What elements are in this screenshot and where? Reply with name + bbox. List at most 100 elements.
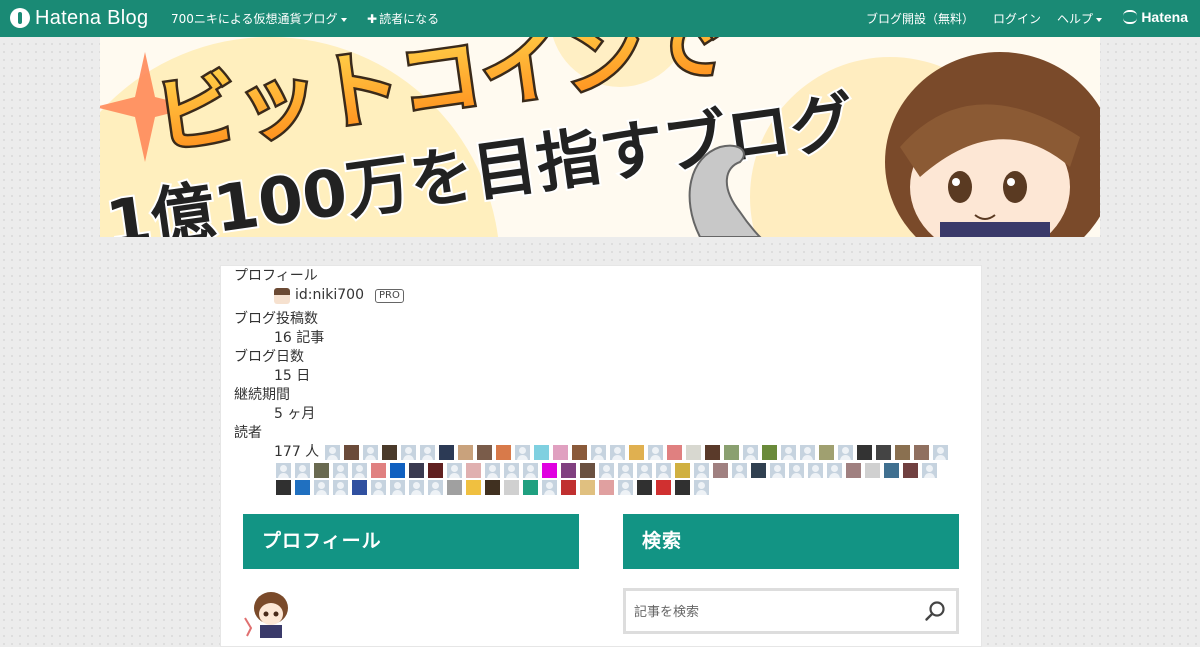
reader-avatar[interactable] [808, 462, 823, 478]
reader-avatar[interactable] [515, 444, 531, 460]
reader-avatar[interactable] [428, 479, 443, 495]
reader-avatar[interactable] [561, 479, 576, 495]
reader-avatar[interactable] [781, 444, 797, 460]
reader-avatar[interactable] [542, 479, 557, 495]
reader-avatar[interactable] [846, 462, 861, 478]
reader-avatar[interactable] [884, 462, 899, 478]
reader-avatar[interactable] [667, 444, 683, 460]
reader-avatar[interactable] [496, 444, 512, 460]
reader-avatar[interactable] [561, 462, 576, 478]
blog-header-banner[interactable]: ビットコインで 1億100万を目指すブログ [100, 37, 1100, 237]
reader-avatar[interactable] [857, 444, 873, 460]
reader-avatar[interactable] [447, 462, 462, 478]
reader-avatar[interactable] [580, 479, 595, 495]
reader-avatar[interactable] [819, 444, 835, 460]
reader-avatar[interactable] [534, 444, 550, 460]
reader-avatar[interactable] [789, 462, 804, 478]
reader-avatar[interactable] [599, 462, 614, 478]
reader-avatar[interactable] [485, 462, 500, 478]
reader-avatar[interactable] [724, 444, 740, 460]
reader-avatar[interactable] [371, 462, 386, 478]
reader-avatar[interactable] [713, 462, 728, 478]
reader-avatar[interactable] [542, 462, 557, 478]
reader-avatar[interactable] [580, 462, 595, 478]
reader-avatar[interactable] [428, 462, 443, 478]
reader-avatar[interactable] [914, 444, 930, 460]
reader-avatar[interactable] [800, 444, 816, 460]
reader-avatar[interactable] [922, 462, 937, 478]
reader-avatar[interactable] [618, 462, 633, 478]
reader-avatar[interactable] [629, 444, 645, 460]
login-link[interactable]: ログイン [993, 10, 1041, 27]
reader-avatar[interactable] [390, 462, 405, 478]
reader-avatar[interactable] [276, 479, 291, 495]
reader-avatar[interactable] [352, 462, 367, 478]
reader-avatar[interactable] [553, 444, 569, 460]
reader-avatar[interactable] [409, 462, 424, 478]
search-input[interactable] [632, 591, 916, 633]
reader-avatar[interactable] [504, 462, 519, 478]
reader-avatar[interactable] [420, 444, 436, 460]
blog-menu-dropdown[interactable]: 700ニキによる仮想通貨ブログ [171, 10, 347, 27]
reader-avatar[interactable] [390, 479, 405, 495]
reader-avatar[interactable] [314, 462, 329, 478]
reader-avatar[interactable] [686, 444, 702, 460]
user-avatar[interactable] [274, 287, 290, 304]
subscribe-button[interactable]: ✚ 読者になる [367, 10, 439, 27]
reader-avatar[interactable] [762, 444, 778, 460]
reader-avatar[interactable] [637, 479, 652, 495]
reader-avatar[interactable] [401, 444, 417, 460]
reader-avatar[interactable] [295, 479, 310, 495]
reader-avatar[interactable] [751, 462, 766, 478]
reader-avatar[interactable] [732, 462, 747, 478]
reader-avatar[interactable] [363, 444, 379, 460]
reader-avatar[interactable] [485, 479, 500, 495]
reader-avatar[interactable] [409, 479, 424, 495]
reader-avatar[interactable] [838, 444, 854, 460]
reader-avatar[interactable] [656, 479, 671, 495]
reader-avatar[interactable] [895, 444, 911, 460]
help-menu[interactable]: ヘルプ [1057, 10, 1103, 27]
reader-avatar[interactable] [447, 479, 462, 495]
reader-avatar[interactable] [466, 479, 481, 495]
reader-avatar[interactable] [618, 479, 633, 495]
reader-avatar[interactable] [352, 479, 367, 495]
search-icon[interactable] [924, 600, 946, 622]
reader-avatar[interactable] [333, 462, 348, 478]
reader-avatar[interactable] [572, 444, 588, 460]
reader-avatar[interactable] [276, 462, 291, 478]
reader-avatar[interactable] [648, 444, 664, 460]
reader-avatar[interactable] [504, 479, 519, 495]
reader-avatar[interactable] [325, 444, 341, 460]
start-blog-link[interactable]: ブログ開設（無料） [866, 10, 974, 27]
reader-avatar[interactable] [743, 444, 759, 460]
reader-avatar[interactable] [705, 444, 721, 460]
reader-avatar[interactable] [295, 462, 310, 478]
reader-avatar[interactable] [591, 444, 607, 460]
reader-avatar[interactable] [333, 479, 348, 495]
reader-avatar[interactable] [523, 479, 538, 495]
reader-avatar[interactable] [675, 462, 690, 478]
hatena-blog-logo[interactable]: Hatena Blog [10, 6, 148, 30]
reader-avatar[interactable] [770, 462, 785, 478]
user-id-link[interactable]: id:niki700 [295, 286, 364, 305]
reader-avatar[interactable] [466, 462, 481, 478]
reader-avatar[interactable] [458, 444, 474, 460]
reader-avatar[interactable] [694, 479, 709, 495]
reader-avatar[interactable] [694, 462, 709, 478]
reader-avatar[interactable] [344, 444, 360, 460]
reader-avatar[interactable] [656, 462, 671, 478]
reader-avatar[interactable] [382, 444, 398, 460]
reader-avatar[interactable] [675, 479, 690, 495]
reader-avatar[interactable] [371, 479, 386, 495]
reader-avatar[interactable] [439, 444, 455, 460]
reader-avatar[interactable] [903, 462, 918, 478]
reader-avatar[interactable] [523, 462, 538, 478]
reader-avatar[interactable] [827, 462, 842, 478]
profile-icon-image[interactable] [243, 588, 293, 638]
reader-avatar[interactable] [477, 444, 493, 460]
reader-avatar[interactable] [314, 479, 329, 495]
reader-avatar[interactable] [865, 462, 880, 478]
hatena-logo[interactable]: Hatena [1123, 9, 1188, 25]
reader-avatar[interactable] [876, 444, 892, 460]
